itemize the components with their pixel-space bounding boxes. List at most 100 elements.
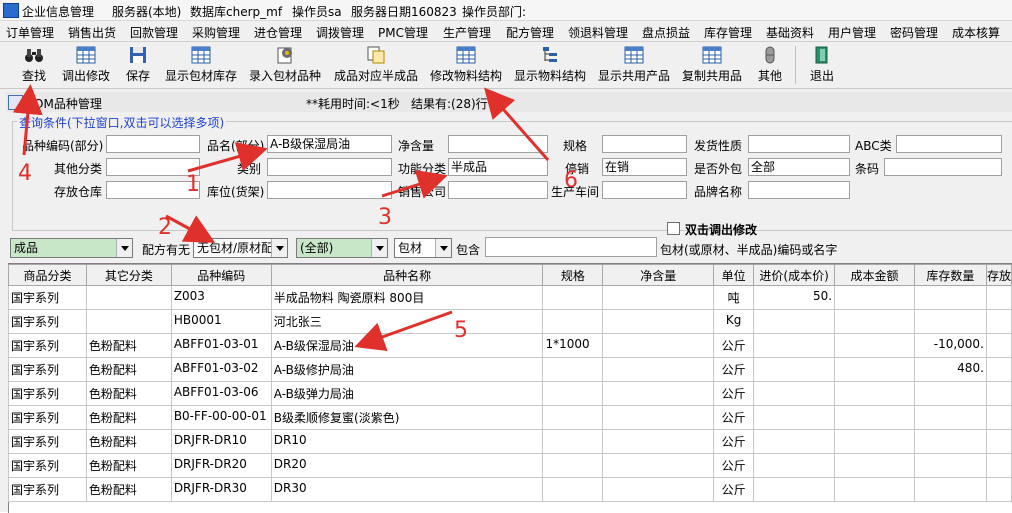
packaging-select[interactable]: 包材 (394, 238, 452, 258)
menu-transfer[interactable]: 调拨管理 (316, 24, 364, 41)
column-header-net-content[interactable]: 净含量 (602, 264, 715, 286)
menu-inventory-count[interactable]: 盘点损益 (642, 24, 690, 41)
menu-payment[interactable]: 回款管理 (130, 24, 178, 41)
table-cell[interactable] (834, 357, 915, 382)
contains-input[interactable] (485, 237, 657, 257)
table-cell[interactable] (753, 357, 836, 382)
table-cell[interactable]: 色粉配料 (85, 333, 172, 358)
table-cell[interactable]: 国宇系列 (8, 453, 87, 478)
table-cell[interactable] (985, 309, 1012, 334)
table-cell[interactable]: 国宇系列 (8, 381, 87, 406)
table-cell[interactable] (542, 309, 604, 334)
table-cell[interactable] (602, 429, 715, 454)
table-cell[interactable] (834, 309, 915, 334)
table-cell[interactable]: 色粉配料 (85, 405, 172, 430)
spec-input[interactable] (602, 135, 687, 153)
column-header-product-category[interactable]: 商品分类 (8, 264, 87, 286)
table-cell[interactable] (602, 333, 715, 358)
column-header-unit[interactable]: 单位 (713, 264, 755, 286)
table-cell[interactable]: 河北张三 (270, 309, 544, 334)
table-row[interactable]: 国宇系列 色粉配料 DRJFR-DR20 DR20 公斤 (8, 453, 1012, 478)
table-cell[interactable] (542, 285, 604, 310)
table-cell[interactable]: 半成品物料 陶瓷原料 800目 (270, 285, 544, 310)
table-cell[interactable]: 色粉配料 (85, 453, 172, 478)
table-cell[interactable]: DR30 (270, 477, 544, 502)
barcode-input[interactable] (884, 158, 1002, 176)
other-button[interactable]: 其他 (752, 44, 788, 86)
table-cell[interactable] (753, 429, 836, 454)
table-cell[interactable] (834, 381, 915, 406)
table-cell[interactable]: DRJFR-DR30 (170, 477, 272, 502)
table-cell[interactable]: DRJFR-DR10 (170, 429, 272, 454)
table-cell[interactable]: 公斤 (713, 453, 755, 478)
table-cell[interactable]: 480. (913, 357, 987, 382)
table-cell[interactable]: ABFF01-03-01 (170, 333, 272, 358)
table-row[interactable]: 国宇系列 Z003 半成品物料 陶瓷原料 800目 吨 50. (8, 285, 1012, 310)
table-cell[interactable] (602, 381, 715, 406)
menu-users[interactable]: 用户管理 (828, 24, 876, 41)
column-header-storage[interactable]: 存放 (985, 264, 1012, 286)
table-cell[interactable] (542, 477, 604, 502)
table-cell[interactable] (834, 477, 915, 502)
table-row[interactable]: 国宇系列 色粉配料 DRJFR-DR10 DR10 公斤 (8, 429, 1012, 454)
menu-cost[interactable]: 成本核算 (952, 24, 1000, 41)
table-cell[interactable] (834, 405, 915, 430)
table-cell[interactable] (985, 285, 1012, 310)
table-cell[interactable] (834, 429, 915, 454)
table-cell[interactable] (753, 453, 836, 478)
table-cell[interactable]: ABFF01-03-02 (170, 357, 272, 382)
table-cell[interactable] (985, 381, 1012, 406)
table-cell[interactable]: 国宇系列 (8, 333, 87, 358)
table-cell[interactable] (913, 381, 987, 406)
find-button[interactable]: 查找 (14, 44, 54, 86)
table-row[interactable]: 国宇系列 色粉配料 ABFF01-03-06 A-B级弹力局油 公斤 (8, 381, 1012, 406)
table-cell[interactable] (834, 285, 915, 310)
product-type-select[interactable]: 成品 (10, 238, 133, 258)
ship-type-input[interactable] (748, 135, 850, 153)
table-cell[interactable]: 公斤 (713, 381, 755, 406)
show-shared-products-button[interactable]: 显示共用产品 (594, 44, 674, 86)
table-cell[interactable]: 国宇系列 (8, 309, 87, 334)
table-cell[interactable]: A-B级弹力局油 (270, 381, 544, 406)
table-cell[interactable]: 国宇系列 (8, 285, 87, 310)
menu-production[interactable]: 生产管理 (443, 24, 491, 41)
table-cell[interactable] (985, 429, 1012, 454)
table-cell[interactable]: ABFF01-03-06 (170, 381, 272, 406)
table-cell[interactable]: 公斤 (713, 477, 755, 502)
table-cell[interactable] (834, 453, 915, 478)
menu-password[interactable]: 密码管理 (890, 24, 938, 41)
column-header-other-category[interactable]: 其它分类 (85, 264, 172, 286)
location-input[interactable] (267, 181, 392, 199)
table-cell[interactable]: HB0001 (170, 309, 272, 334)
table-row[interactable]: 国宇系列 HB0001 河北张三 Kg (8, 309, 1012, 334)
table-cell[interactable] (602, 285, 715, 310)
enter-packaging-button[interactable]: 录入包材品种 (245, 44, 325, 86)
table-cell[interactable]: 公斤 (713, 405, 755, 430)
menu-sales-ship[interactable]: 销售出货 (68, 24, 116, 41)
table-cell[interactable]: DRJFR-DR20 (170, 453, 272, 478)
menu-pmc[interactable]: PMC管理 (378, 24, 428, 41)
column-header-stock-qty[interactable]: 库存数量 (913, 264, 987, 286)
menu-material-requisition[interactable]: 领退料管理 (568, 24, 628, 41)
table-cell[interactable] (602, 309, 715, 334)
table-cell[interactable] (913, 309, 987, 334)
table-row[interactable]: 国宇系列 色粉配料 ABFF01-03-02 A-B级修护局油 公斤 480. (8, 357, 1012, 382)
table-cell[interactable]: 国宇系列 (8, 429, 87, 454)
load-edit-button[interactable]: 调出修改 (58, 44, 114, 86)
table-cell[interactable]: 国宇系列 (8, 477, 87, 502)
table-cell[interactable] (985, 333, 1012, 358)
table-cell[interactable]: B0-FF-00-00-01 (170, 405, 272, 430)
table-row[interactable]: 国宇系列 色粉配料 B0-FF-00-00-01 B级柔顺修复蜜(淡紫色) 公斤 (8, 405, 1012, 430)
table-cell[interactable]: 国宇系列 (8, 357, 87, 382)
finished-to-semi-button[interactable]: 成品对应半成品 (330, 44, 422, 86)
table-cell[interactable]: 色粉配料 (85, 357, 172, 382)
table-cell[interactable] (602, 405, 715, 430)
table-cell[interactable]: A-B级保湿局油 (270, 333, 544, 358)
table-cell[interactable] (542, 381, 604, 406)
table-cell[interactable]: 国宇系列 (8, 405, 87, 430)
column-header-spec[interactable]: 规格 (542, 264, 604, 286)
code-input[interactable] (106, 135, 200, 153)
table-cell[interactable]: 公斤 (713, 357, 755, 382)
column-header-cost-amount[interactable]: 成本金额 (834, 264, 915, 286)
table-cell[interactable] (85, 285, 172, 310)
